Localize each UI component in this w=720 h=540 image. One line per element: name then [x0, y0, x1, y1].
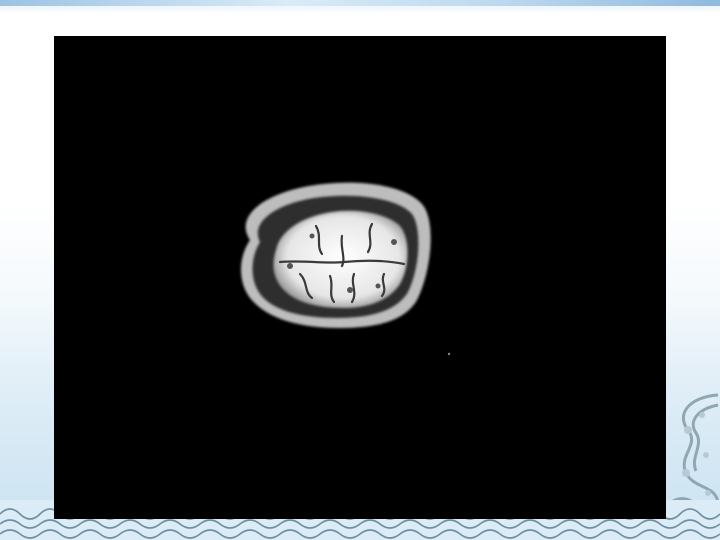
background-wash-left: [0, 200, 54, 540]
scan-artifact: [447, 352, 451, 356]
slide-top-band: [0, 0, 720, 6]
brain-scan-graphic: [241, 182, 451, 356]
mri-scan-image: [54, 36, 666, 519]
